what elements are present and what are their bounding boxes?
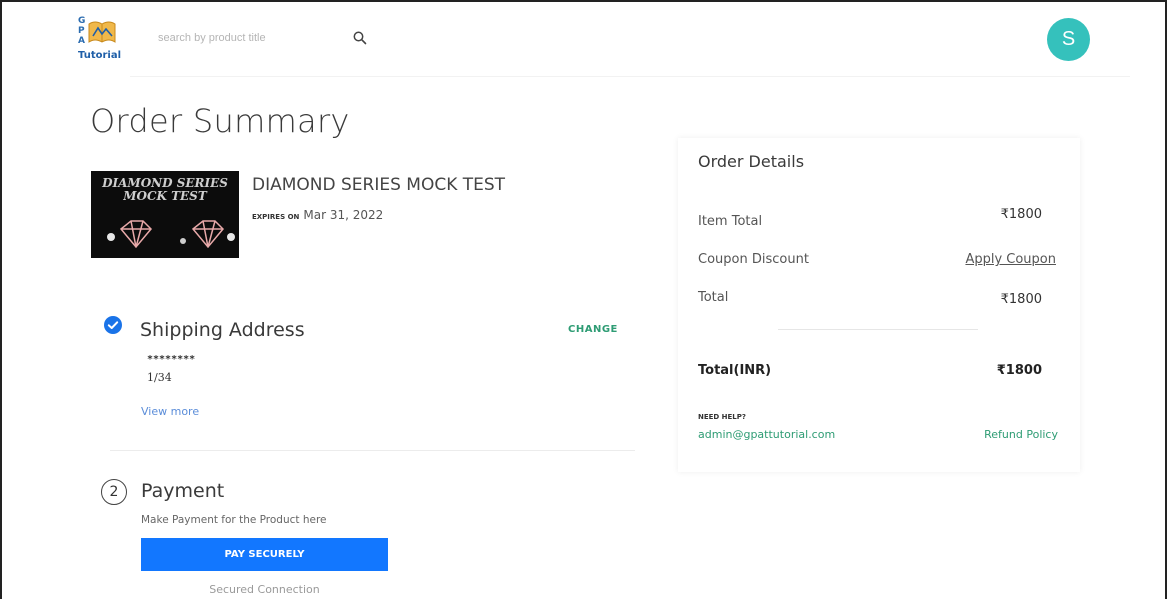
book-icon <box>88 21 116 43</box>
check-circle-icon <box>104 316 122 334</box>
total-label: Total <box>698 290 729 305</box>
order-details-card: Order Details Item Total ₹1800 Coupon Di… <box>678 138 1080 472</box>
card-divider <box>778 329 978 330</box>
avatar[interactable]: S <box>1047 18 1090 61</box>
total-inr-value: ₹1800 <box>996 363 1042 378</box>
shipping-title: Shipping Address <box>140 319 305 341</box>
product-image: DIAMOND SERIES MOCK TEST <box>91 171 239 258</box>
search-input[interactable] <box>158 28 338 48</box>
change-address-link[interactable]: CHANGE <box>568 324 618 335</box>
section-divider <box>110 450 635 451</box>
total-value: ₹1800 <box>1000 292 1042 307</box>
address-name: ******** <box>147 354 196 365</box>
payment-step-number: 2 <box>101 479 127 505</box>
order-details-title: Order Details <box>698 152 805 171</box>
secured-connection-text: Secured Connection <box>209 583 320 596</box>
support-email-link[interactable]: admin@gpattutorial.com <box>698 428 835 441</box>
search-icon[interactable] <box>353 31 367 45</box>
page-title: Order Summary <box>90 102 350 140</box>
address-line: 1/34 <box>147 371 172 384</box>
payment-title: Payment <box>141 480 225 502</box>
header-divider <box>130 76 1130 77</box>
payment-description: Make Payment for the Product here <box>141 514 327 526</box>
search-bar <box>150 20 375 56</box>
pay-securely-button[interactable]: PAY SECURELY <box>141 538 388 571</box>
diamond-icon <box>107 220 235 249</box>
need-help-label: NEED HELP? <box>698 413 746 421</box>
apply-coupon-link[interactable]: Apply Coupon <box>965 252 1056 267</box>
item-total-value: ₹1800 <box>1000 207 1042 222</box>
logo-text: Tutorial <box>78 50 122 61</box>
expires-label: EXPIRES ON <box>252 213 300 221</box>
expires-date: Mar 31, 2022 <box>303 208 384 222</box>
logo[interactable]: G P A Tutorial <box>78 16 128 62</box>
logo-letters: G P A <box>78 16 86 46</box>
product-name: DIAMOND SERIES MOCK TEST <box>252 175 506 195</box>
expiry-info: EXPIRES ON Mar 31, 2022 <box>252 208 383 222</box>
coupon-discount-label: Coupon Discount <box>698 252 809 267</box>
refund-policy-link[interactable]: Refund Policy <box>984 428 1058 441</box>
item-total-label: Item Total <box>698 214 763 229</box>
view-more-link[interactable]: View more <box>141 405 199 418</box>
total-inr-label: Total(INR) <box>698 363 772 378</box>
